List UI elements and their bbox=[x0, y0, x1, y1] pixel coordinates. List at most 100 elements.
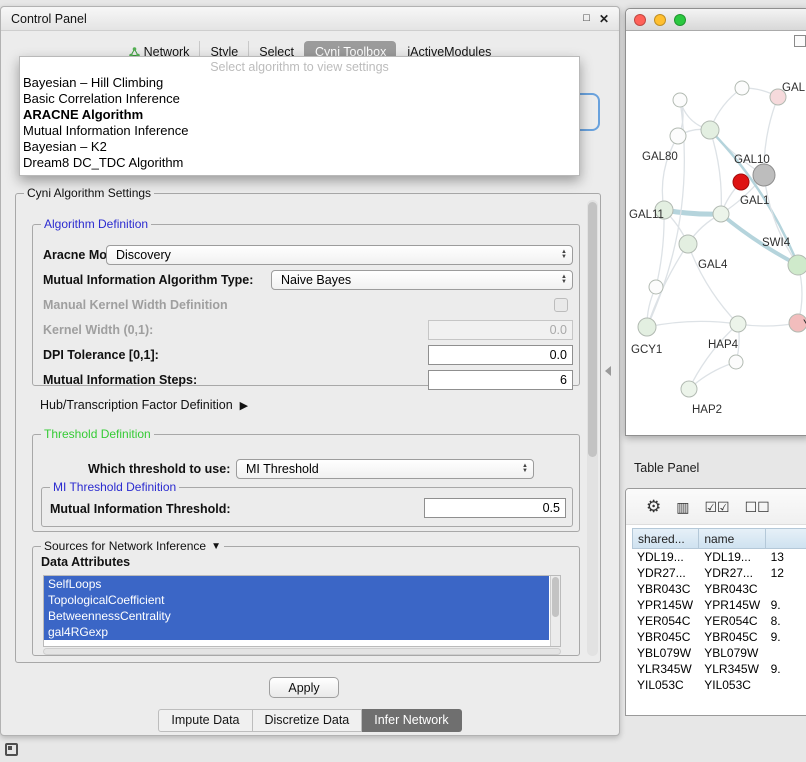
apply-button[interactable]: Apply bbox=[269, 677, 339, 698]
float-window-icon[interactable]: □ bbox=[583, 12, 590, 26]
network-node[interactable] bbox=[735, 81, 749, 95]
network-edge[interactable] bbox=[688, 244, 738, 324]
table-row[interactable]: YBR043CYBR043C bbox=[632, 581, 806, 597]
table-cell: YDL19... bbox=[699, 549, 765, 565]
attribute-item-betweennesscentrality[interactable]: BetweennessCentrality bbox=[44, 608, 549, 624]
hub-definition-expander[interactable]: Hub/Transcription Factor Definition ▶ bbox=[40, 398, 248, 412]
node-label: GAL bbox=[782, 82, 806, 94]
network-node[interactable] bbox=[670, 128, 686, 144]
network-edge[interactable] bbox=[662, 136, 678, 210]
dropdown-item-mutual-information-inference[interactable]: Mutual Information Inference bbox=[20, 123, 579, 139]
which-threshold-select[interactable]: MI Threshold ▲▼ bbox=[236, 459, 534, 479]
combo-arrows-icon: ▲▼ bbox=[517, 464, 533, 474]
column-header-shared[interactable]: shared... bbox=[632, 528, 699, 549]
table-cell: YBR045C bbox=[632, 629, 699, 645]
table-cell: YPR145W bbox=[699, 597, 765, 613]
table-cell: 9. bbox=[766, 597, 806, 613]
dropdown-item-bayesian-k2[interactable]: Bayesian – K2 bbox=[20, 139, 579, 155]
table-row[interactable]: YBL079WYBL079W bbox=[632, 645, 806, 661]
network-node[interactable] bbox=[729, 355, 743, 369]
dropdown-item-aracne-algorithm[interactable]: ARACNE Algorithm bbox=[20, 107, 579, 123]
network-node[interactable] bbox=[679, 235, 697, 253]
mi-threshold-field[interactable]: 0.5 bbox=[424, 498, 566, 518]
bottom-tab-discretize-data[interactable]: Discretize Data bbox=[253, 709, 363, 732]
attribute-item-selfloops[interactable]: SelfLoops bbox=[44, 576, 549, 592]
network-view-window: GAL80GAL10GAL11GAL1SWI4GAL4GCY1HAP4HAP2G… bbox=[625, 8, 806, 436]
close-button[interactable] bbox=[634, 14, 646, 26]
restore-panel-icon[interactable] bbox=[5, 743, 18, 756]
mi-threshold-definition-title: MI Threshold Definition bbox=[50, 480, 179, 495]
attribute-item-topologicalcoefficient[interactable]: TopologicalCoefficient bbox=[44, 592, 549, 608]
select-checked-icon[interactable]: ☑☑ bbox=[704, 500, 729, 514]
network-edge[interactable] bbox=[656, 210, 664, 287]
bottom-tab-infer-network[interactable]: Infer Network bbox=[362, 709, 461, 732]
bottom-tab-impute-data[interactable]: Impute Data bbox=[158, 709, 252, 732]
control-panel-titlebar[interactable]: Control Panel □ ✕ bbox=[1, 7, 619, 31]
table-cell: 9. bbox=[766, 661, 806, 677]
select-unchecked-icon[interactable]: ☐☐ bbox=[745, 500, 770, 514]
network-window-titlebar[interactable] bbox=[626, 9, 806, 31]
network-edge[interactable] bbox=[689, 324, 738, 389]
network-node[interactable] bbox=[753, 164, 775, 186]
overview-box[interactable] bbox=[794, 35, 806, 47]
table-cell: YBL079W bbox=[699, 645, 765, 661]
data-attributes-list[interactable]: SelfLoopsTopologicalCoefficientBetweenne… bbox=[43, 575, 561, 647]
table-cell: 13 bbox=[766, 549, 806, 565]
mi-type-select[interactable]: Naive Bayes ▲▼ bbox=[271, 270, 573, 290]
combo-arrows-icon: ▲▼ bbox=[556, 250, 572, 260]
network-edge[interactable] bbox=[647, 321, 738, 327]
columns-icon[interactable]: ▥ bbox=[676, 500, 689, 514]
column-header-name[interactable]: name bbox=[699, 528, 765, 549]
scrollbar-thumb[interactable] bbox=[552, 577, 559, 617]
which-threshold-label: Which threshold to use: bbox=[88, 462, 230, 476]
control-panel-window: Control Panel □ ✕ NetworkStyleSelectCyni… bbox=[0, 6, 620, 736]
kernel-width-label: Kernel Width (0,1): bbox=[43, 323, 153, 337]
network-node[interactable] bbox=[733, 174, 749, 190]
list-scrollbar[interactable] bbox=[550, 576, 560, 646]
aracne-mode-select[interactable]: Discovery ▲▼ bbox=[106, 245, 573, 265]
dropdown-item-dream8-dc-tdc-algorithm[interactable]: Dream8 DC_TDC Algorithm bbox=[20, 155, 579, 171]
network-node[interactable] bbox=[713, 206, 729, 222]
table-cell: YIL053C bbox=[699, 677, 765, 693]
table-row[interactable]: YPR145WYPR145W9. bbox=[632, 597, 806, 613]
network-node[interactable] bbox=[649, 280, 663, 294]
table-row[interactable]: YLR345WYLR345W9. bbox=[632, 661, 806, 677]
manual-kernel-label: Manual Kernel Width Definition bbox=[43, 298, 228, 312]
attribute-item-gal4rgexp[interactable]: gal4RGexp bbox=[44, 624, 549, 640]
dpi-tolerance-field[interactable]: 0.0 bbox=[428, 345, 573, 365]
splitter-collapse-arrow[interactable] bbox=[605, 366, 611, 376]
settings-group-title: Cyni Algorithm Settings bbox=[24, 186, 154, 201]
network-node[interactable] bbox=[681, 381, 697, 397]
minimize-button[interactable] bbox=[654, 14, 666, 26]
table-row[interactable]: YDL19...YDL19...13 bbox=[632, 549, 806, 565]
table-row[interactable]: YBR045CYBR045C9. bbox=[632, 629, 806, 645]
network-edge[interactable] bbox=[710, 130, 721, 214]
gear-icon[interactable]: ⚙ bbox=[646, 498, 661, 515]
network-node[interactable] bbox=[673, 93, 687, 107]
combo-arrows-icon: ▲▼ bbox=[556, 275, 572, 285]
settings-scrollbar[interactable] bbox=[587, 200, 598, 656]
sources-title[interactable]: Sources for Network Inference ▼ bbox=[41, 539, 224, 554]
mi-steps-field[interactable]: 6 bbox=[428, 370, 573, 390]
network-node[interactable] bbox=[701, 121, 719, 139]
table-cell: YPR145W bbox=[632, 597, 699, 613]
list-horizontal-scrollbar[interactable] bbox=[43, 648, 561, 655]
table-row[interactable]: YER054CYER054C8. bbox=[632, 613, 806, 629]
network-node[interactable] bbox=[638, 318, 656, 336]
table-cell: YBR043C bbox=[632, 581, 699, 597]
network-canvas-svg: GAL80GAL10GAL11GAL1SWI4GAL4GCY1HAP4HAP2G… bbox=[626, 31, 806, 435]
network-canvas[interactable]: GAL80GAL10GAL11GAL1SWI4GAL4GCY1HAP4HAP2G… bbox=[626, 31, 806, 435]
column-header-2[interactable] bbox=[766, 528, 806, 549]
table-row[interactable]: YIL053CYIL053C bbox=[632, 677, 806, 693]
dropdown-item-bayesian-hill-climbing[interactable]: Bayesian – Hill Climbing bbox=[20, 75, 579, 91]
zoom-button[interactable] bbox=[674, 14, 686, 26]
close-icon[interactable]: ✕ bbox=[599, 12, 609, 26]
window-title: Control Panel bbox=[11, 12, 87, 26]
network-node[interactable] bbox=[730, 316, 746, 332]
node-label: GCY1 bbox=[631, 344, 662, 356]
table-row[interactable]: YDR27...YDR27...12 bbox=[632, 565, 806, 581]
hub-definition-label: Hub/Transcription Factor Definition bbox=[40, 398, 233, 412]
dropdown-item-basic-correlation-inference[interactable]: Basic Correlation Inference bbox=[20, 91, 579, 107]
scrollbar-thumb[interactable] bbox=[588, 202, 597, 457]
network-node[interactable] bbox=[788, 255, 806, 275]
